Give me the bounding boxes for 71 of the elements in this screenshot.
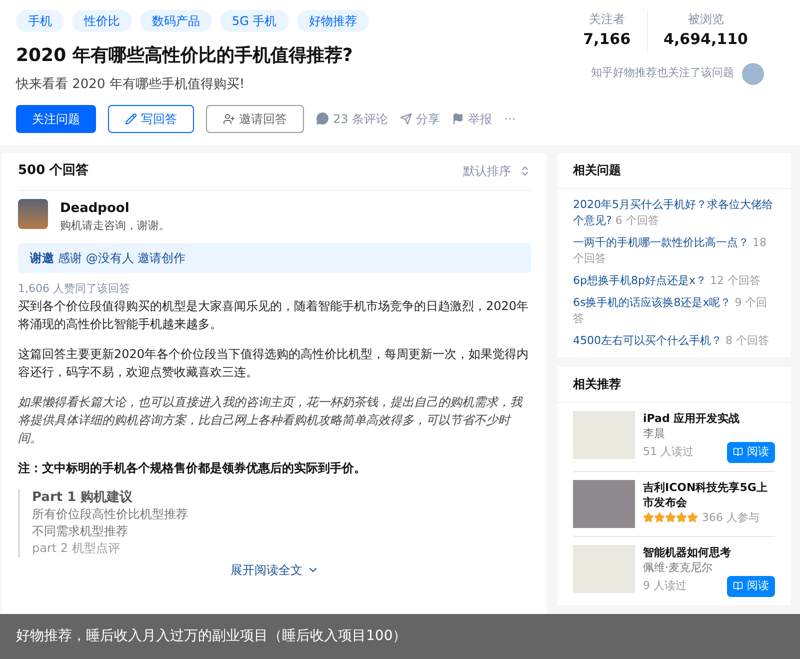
read-count: 51 人读过 [643,444,694,460]
topic-tag[interactable]: 手机 [16,10,64,32]
card-title: 相关问题 [557,152,791,188]
report-button[interactable]: 举报 [452,110,492,128]
star-icon [687,512,698,524]
caption-text: 好物推荐，睡后收入月入过万的副业项目（睡后收入项目100） [16,627,407,646]
recommendation-title[interactable]: 吉利ICON科技先享5G上市发布会 [643,480,775,510]
topic-tag[interactable]: 数码产品 [140,10,212,32]
book-author: 李晨 [643,426,666,442]
question-detail: 快来看看 2020 年有哪些手机值得购买! [16,76,246,94]
recommendation-title[interactable]: iPad 应用开发实战 [643,410,775,426]
share-button[interactable]: 分享 [400,110,440,128]
star-icon [676,512,687,524]
outline-line: 不同需求机型推荐 [32,523,129,540]
read-button[interactable]: 阅读 [727,576,775,596]
answer-paragraph: 这篇回答主要更新2020年各个价位段当下值得选购的高性价比机型，每周更新一次，如果觉得内容还行，码字不易，欢迎点赞收藏喜欢三连。 [18,346,530,381]
stat-label: 被浏览 [688,11,724,28]
follower-note: 知乎好物推荐也关注了该问题 [591,65,734,82]
book-cover[interactable] [573,410,635,458]
answer-paragraph: 买到各个价位段值得购买的机型是大家喜闻乐见的，随着智能手机市场竞争的日趋激烈，2020年将涌现的高性价比智能手机越来越多。 [18,298,530,333]
topic-tag[interactable]: 好物推荐 [296,10,369,32]
paper-plane-icon [400,112,412,124]
pencil-icon [125,112,137,124]
star-icon [643,512,654,524]
thanks-tag: 谢邀 [30,248,54,266]
answer-paragraph: 如果懒得看长篇大论，也可以直接进入我的咨询主页，花一杯奶茶钱，提出自己的购机需求，我将提供具体详细的购机咨询方案，比自己网上各种看购机攻略简单高效得多，可以节省不少时间。 [18,394,524,447]
stat-value: 4,694,110 [664,29,748,50]
comment-icon [316,112,329,125]
answer-count: 500 个回答 [18,162,89,180]
invite-button[interactable]: 邀请回答 [206,104,304,132]
card-title: 相关推荐 [557,366,791,402]
read-button[interactable]: 阅读 [727,442,775,462]
expand-button[interactable]: 展开阅读全文 [230,561,318,579]
write-answer-button[interactable]: 写回答 [108,104,194,132]
related-question-link[interactable]: 一两千的手机哪一款性价比高一点？ 18 个回答 [573,234,775,266]
avatar [742,62,764,84]
topic-tag[interactable]: 5G 手机 [220,10,289,32]
read-count: 366 人参与 [702,510,760,526]
photo-placeholder[interactable] [573,480,635,528]
read-count: 9 人读过 [643,578,686,594]
topic-tag[interactable]: 性价比 [72,10,132,32]
flag-icon [452,112,464,124]
vote-count: 1,606 人赞同了该回答 [18,280,131,296]
star-icon [654,512,665,524]
book-icon [733,447,743,458]
related-question-link[interactable]: 2020年5月买什么手机好？求各位大佬给个意见? 6 个回答 [573,196,775,228]
question-title: 2020 年有哪些高性价比的手机值得推荐? [16,44,354,68]
answer-paragraph: 注：文中标明的手机各个规格售价都是领券优惠后的实际到手价。 [18,460,367,477]
stat-value: 7,166 [583,29,631,50]
related-question-link[interactable]: 4500左右可以买个什么手机？ 8 个回答 [573,332,775,348]
comments-button[interactable]: 23 条评论 [316,110,388,128]
outline-line: Part 1 购机建议 [32,489,134,506]
recommendation-title[interactable]: 智能机器如何思考 [643,544,775,560]
stat-label: 关注者 [588,11,625,28]
author-name[interactable]: Deadpool [60,198,170,218]
related-question-link[interactable]: 6p想换手机8p好点还是x？ 12 个回答 [573,272,775,288]
author-bio: 购机请走咨询，谢谢。 [60,218,170,234]
author-avatar[interactable] [18,198,48,228]
book-author: 佩维·麦克尼尔 [643,560,714,576]
sort-icon [519,165,531,177]
sort-button[interactable]: 默认排序 [463,162,531,180]
add-user-icon [223,112,235,124]
more-button[interactable]: ··· [504,110,516,128]
thanks-text: 感谢 @没有人 邀请创作 [58,250,186,266]
outline-line: 所有价位段高性价比机型推荐 [32,506,189,523]
outline-line: part 2 机型点评 [32,540,121,557]
book-icon [733,581,743,592]
follow-button[interactable]: 关注问题 [16,104,96,132]
star-icon [665,512,676,524]
book-cover[interactable] [573,544,635,592]
related-question-link[interactable]: 6s换手机的话应该换8还是x呢？ 9 个回答 [573,294,775,326]
